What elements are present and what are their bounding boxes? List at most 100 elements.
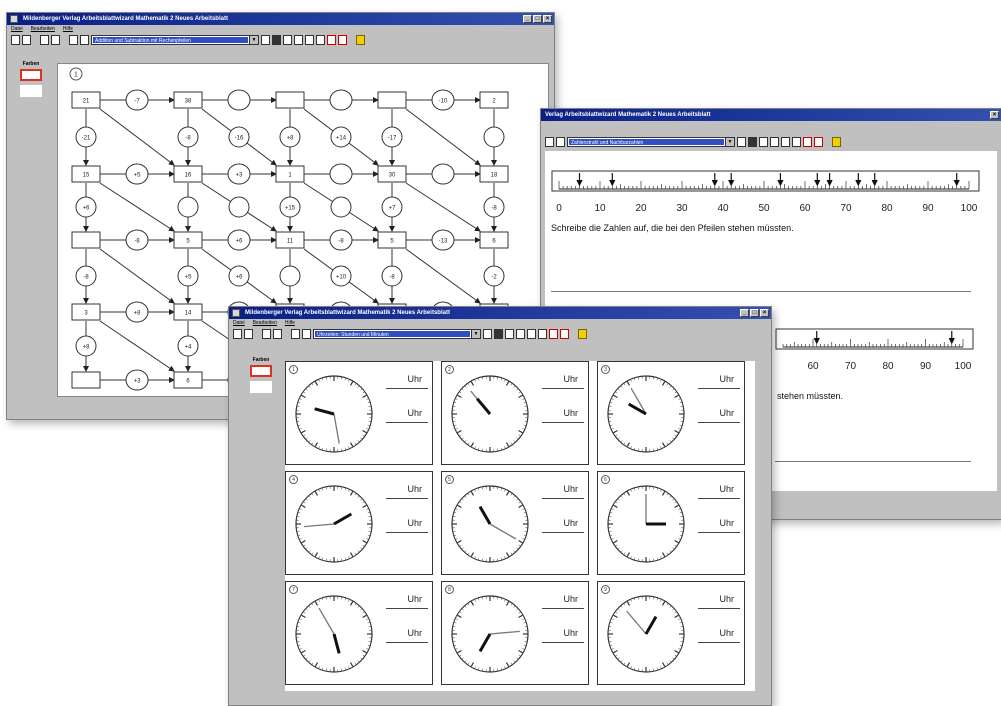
chevron-down-icon[interactable]: ▼ (471, 330, 480, 338)
red-page-icon[interactable] (803, 137, 812, 147)
print-icon[interactable] (69, 35, 78, 45)
new-document-icon[interactable] (233, 329, 242, 339)
answer-line[interactable] (386, 608, 428, 609)
maximize-button[interactable]: □ (750, 309, 759, 317)
yellow-note-icon[interactable] (832, 137, 841, 147)
uhr-label: Uhr (407, 594, 422, 604)
pages-icon[interactable] (527, 329, 536, 339)
window-clock-reading[interactable]: Mildenberger Verlag Arbeitsblattwizard M… (228, 306, 772, 706)
page-outline-icon[interactable] (759, 137, 768, 147)
save-as-icon[interactable] (51, 35, 60, 45)
answer-line[interactable] (698, 498, 740, 499)
red-page-icon[interactable] (549, 329, 558, 339)
number-line-1: 0 10 20 30 40 50 60 70 80 90 100 (551, 170, 980, 214)
uhr-label: Uhr (407, 628, 422, 638)
answer-line[interactable] (698, 642, 740, 643)
small-page-icon[interactable] (538, 329, 547, 339)
copy-pages-icon[interactable] (770, 137, 779, 147)
operator-value: -10 (439, 99, 448, 105)
answer-line[interactable] (698, 608, 740, 609)
diagonal-arrow (405, 248, 481, 304)
menu-hilfe[interactable]: Hilfe (285, 319, 295, 327)
minimize-button[interactable]: _ (523, 15, 532, 23)
title-bar[interactable]: Mildenberger Verlag Arbeitsblattwizard M… (7, 13, 554, 25)
print-icon[interactable] (545, 137, 554, 147)
print-preview-icon[interactable] (302, 329, 311, 339)
uhr-label: Uhr (407, 484, 422, 494)
number-line-2: 60 70 80 90 100 (775, 328, 974, 372)
close-button[interactable]: × (760, 309, 769, 317)
menu-bearbeiten[interactable]: Bearbeiten (253, 319, 277, 327)
small-page-icon[interactable] (792, 137, 801, 147)
menu-datei[interactable]: Datei (11, 25, 23, 33)
worksheet-type-select[interactable]: Uhrzeiten: Stunden und Minuten ▼ (313, 329, 481, 339)
copy-pages-icon[interactable] (294, 35, 303, 45)
pages-icon[interactable] (781, 137, 790, 147)
answer-line[interactable] (386, 532, 428, 533)
small-page-icon[interactable] (316, 35, 325, 45)
copy-pages-icon[interactable] (516, 329, 525, 339)
answer-line[interactable] (698, 388, 740, 389)
fill-page-icon[interactable] (272, 35, 281, 45)
page-icon[interactable] (737, 137, 746, 147)
color-swatch-red[interactable] (20, 69, 42, 81)
vertical-operator-value: +6 (83, 206, 91, 212)
color-swatch-red[interactable] (250, 365, 272, 377)
save-as-icon[interactable] (273, 329, 282, 339)
page-icon[interactable] (261, 35, 270, 45)
answer-line[interactable] (386, 388, 428, 389)
open-document-icon[interactable] (22, 35, 31, 45)
new-document-icon[interactable] (11, 35, 20, 45)
page-outline-icon[interactable] (505, 329, 514, 339)
clock-face (451, 595, 529, 673)
answer-line[interactable] (542, 422, 584, 423)
red-stamp-icon[interactable] (338, 35, 347, 45)
menu-bearbeiten[interactable]: Bearbeiten (31, 25, 55, 33)
minimize-button[interactable]: _ (740, 309, 749, 317)
instruction-text-2: stehen müssten. (777, 391, 844, 401)
answer-line[interactable] (698, 532, 740, 533)
print-preview-icon[interactable] (556, 137, 565, 147)
close-button[interactable]: × (990, 111, 999, 119)
yellow-note-icon[interactable] (356, 35, 365, 45)
worksheet-type-select[interactable]: Zahlenstrahl und Nachbarzahlen ▼ (567, 137, 735, 147)
number-line-label: 80 (881, 203, 893, 214)
answer-line[interactable] (542, 532, 584, 533)
chevron-down-icon[interactable]: ▼ (725, 138, 734, 146)
page-icon[interactable] (483, 329, 492, 339)
answer-line[interactable] (542, 388, 584, 389)
red-stamp-icon[interactable] (560, 329, 569, 339)
save-icon[interactable] (262, 329, 271, 339)
pages-icon[interactable] (305, 35, 314, 45)
close-button[interactable]: × (543, 15, 552, 23)
answer-line[interactable] (386, 422, 428, 423)
fill-page-icon[interactable] (748, 137, 757, 147)
yellow-note-icon[interactable] (578, 329, 587, 339)
answer-line[interactable] (386, 498, 428, 499)
worksheet-type-select[interactable]: Addition und Subtraktion mit Rechenpfeil… (91, 35, 259, 45)
color-swatch-white[interactable] (250, 381, 272, 393)
red-stamp-icon[interactable] (814, 137, 823, 147)
title-bar[interactable]: Verlag Arbeitsblattwizard Mathematik 2 N… (541, 109, 1001, 121)
open-document-icon[interactable] (244, 329, 253, 339)
red-page-icon[interactable] (327, 35, 336, 45)
answer-line[interactable] (698, 422, 740, 423)
title-bar[interactable]: Mildenberger Verlag Arbeitsblattwizard M… (229, 307, 771, 319)
fill-page-icon[interactable] (494, 329, 503, 339)
vertical-operator-value: -16 (235, 136, 244, 142)
save-icon[interactable] (40, 35, 49, 45)
answer-line[interactable] (386, 642, 428, 643)
menu-datei[interactable]: Datei (233, 319, 245, 327)
print-preview-icon[interactable] (80, 35, 89, 45)
answer-line[interactable] (542, 608, 584, 609)
answer-line[interactable] (542, 498, 584, 499)
answer-line[interactable] (542, 642, 584, 643)
maximize-button[interactable]: □ (533, 15, 542, 23)
worksheet-canvas[interactable]: 1 Uhr Uhr 2 Uhr Uhr 3 Uhr Uhr 4 Uhr Uhr 5 Uhr Uhr 6 Uhr U… (285, 361, 755, 691)
page-outline-icon[interactable] (283, 35, 292, 45)
chevron-down-icon[interactable]: ▼ (249, 36, 258, 44)
print-icon[interactable] (291, 329, 300, 339)
color-swatch-white[interactable] (20, 85, 42, 97)
toolbar: Zahlenstrahl und Nachbarzahlen ▼ (541, 135, 1001, 149)
menu-hilfe[interactable]: Hilfe (63, 25, 73, 33)
